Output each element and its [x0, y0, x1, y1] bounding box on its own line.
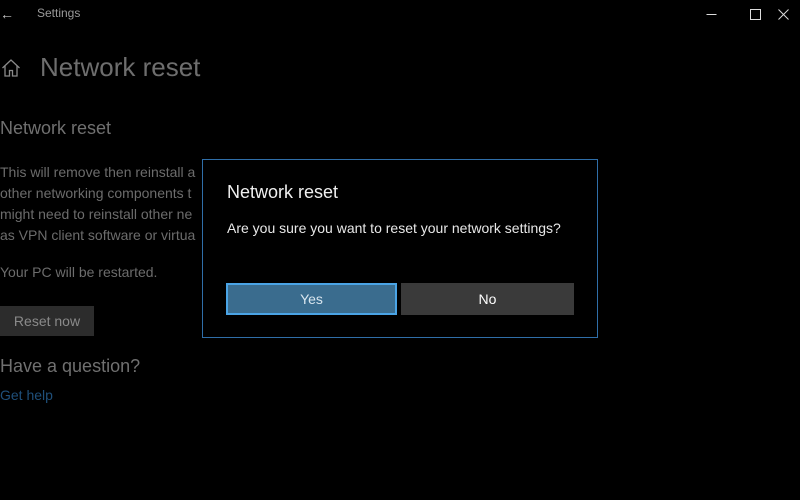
description-line: as VPN client software or virtua	[0, 227, 196, 243]
dialog-title: Network reset	[227, 182, 339, 202]
get-help-link[interactable]: Get help	[0, 387, 53, 403]
reset-now-button[interactable]: Reset now	[0, 306, 94, 336]
page-title: Network reset	[40, 52, 201, 82]
description-line: other networking components t	[0, 185, 192, 201]
settings-window: ← Settings Network reset Network reset T…	[0, 0, 800, 500]
section-heading: Network reset	[0, 118, 112, 138]
yes-button[interactable]: Yes	[226, 283, 397, 315]
network-reset-dialog: Network reset Are you sure you want to r…	[202, 159, 598, 338]
no-button[interactable]: No	[401, 283, 574, 315]
dialog-message: Are you sure you want to reset your netw…	[227, 220, 561, 236]
description-line: This will remove then reinstall a	[0, 164, 196, 180]
description-line: might need to reinstall other ne	[0, 206, 193, 222]
restart-note: Your PC will be restarted.	[0, 264, 158, 280]
home-icon[interactable]	[1, 58, 21, 78]
question-heading: Have a question?	[0, 356, 141, 376]
